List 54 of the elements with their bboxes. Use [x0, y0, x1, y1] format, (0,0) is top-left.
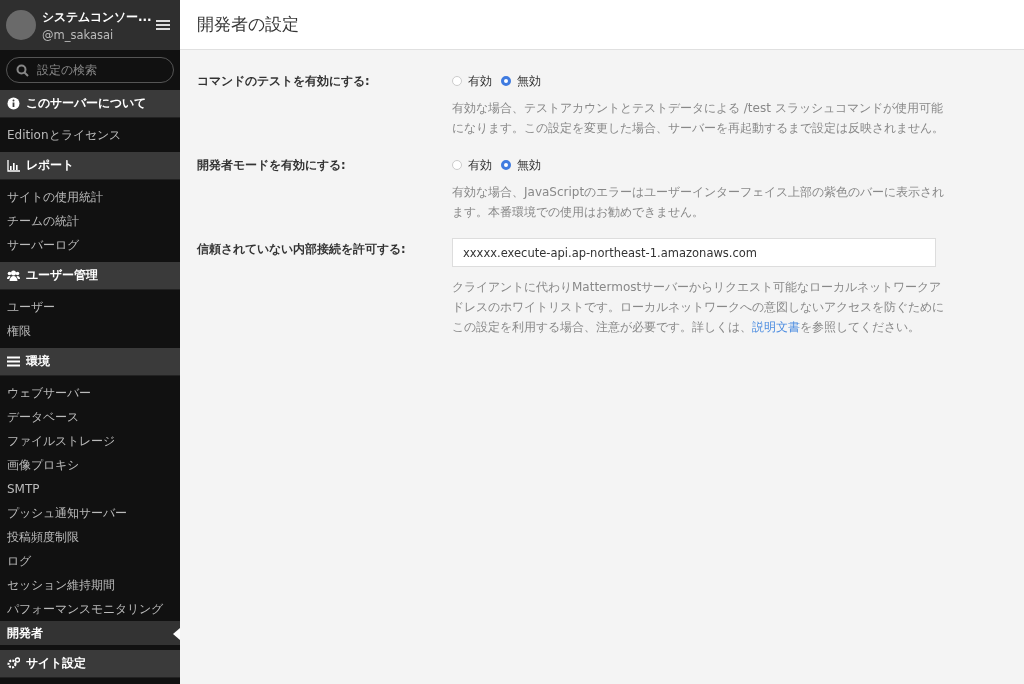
sidebar-item[interactable]: 開発者 — [0, 621, 180, 645]
sidebar-item[interactable]: サイトの使用統計 — [0, 185, 180, 209]
section-label: このサーバーについて — [26, 95, 146, 112]
radio-option[interactable]: 有効 — [452, 73, 492, 89]
help-text: クライアントに代わりMattermostサーバーからリクエスト可能なローカルネットワークアドレスのホワイトリストです。ローカルネットワークへの意図しないアクセスを防ぐためにこの設定を利用する場合、注意が必要です。詳しくは、説明文書を参照してください。 — [452, 279, 945, 336]
sidebar-item[interactable]: 権限 — [0, 319, 180, 343]
section-label: レポート — [26, 157, 74, 174]
radio-option[interactable]: 無効 — [501, 73, 541, 89]
radio-button[interactable] — [452, 160, 462, 170]
section-label: 環境 — [26, 353, 50, 370]
username: @m_sakasai — [42, 27, 115, 42]
sidebar-item[interactable]: パフォーマンスモニタリング — [0, 597, 180, 621]
users-icon — [7, 269, 20, 282]
help-text: 有効な場合、JavaScriptのエラーはユーザーインターフェイス上部の紫色のバーに表示されます。本番環境での使用はお勧めできません。 — [452, 184, 946, 221]
radio-button[interactable] — [501, 160, 511, 170]
bar-chart-icon — [7, 159, 20, 172]
setting-label: 開発者モードを有効にする: — [197, 157, 347, 174]
sidebar-section[interactable]: 環境 — [0, 348, 180, 376]
text-field[interactable]: xxxxx.execute-api.ap-northeast-1.amazonaws.com — [452, 238, 936, 267]
sidebar-section[interactable]: ユーザー管理 — [0, 262, 180, 290]
sidebar-item[interactable]: サーバーログ — [0, 233, 180, 257]
search-icon — [16, 64, 29, 77]
sidebar-item[interactable]: データベース — [0, 405, 180, 429]
sidebar-item[interactable]: Editionとライセンス — [0, 123, 180, 147]
avatar — [6, 10, 36, 40]
radio-button[interactable] — [501, 76, 511, 86]
sidebar-item[interactable]: ユーザー — [0, 295, 180, 319]
sidebar-item[interactable]: 投稿頻度制限 — [0, 525, 180, 549]
setting-label: 信頼されていない内部接続を許可する: — [197, 241, 407, 258]
sidebar-section[interactable]: レポート — [0, 152, 180, 180]
sidebar-section[interactable]: サイト設定 — [0, 650, 180, 678]
gears-icon — [7, 657, 20, 670]
section-label: ユーザー管理 — [26, 267, 98, 284]
sidebar-item[interactable]: SMTP — [0, 477, 180, 501]
list-icon — [7, 355, 20, 368]
sidebar-item[interactable]: 画像プロキシ — [0, 453, 180, 477]
sidebar-item[interactable]: ログ — [0, 549, 180, 573]
setting-label: コマンドのテストを有効にする: — [197, 73, 371, 90]
menu-button[interactable] — [154, 17, 172, 33]
sidebar-item[interactable]: チームの統計 — [0, 209, 180, 233]
info-icon — [7, 97, 20, 110]
help-text: 有効な場合、テストアカウントとテストデータによる /test スラッシュコマンドが使用可能になります。この設定を変更した場合、サーバーを再起動するまで設定は反映されません。 — [452, 100, 945, 137]
page-title: 開発者の設定 — [197, 13, 299, 36]
section-label: サイト設定 — [26, 655, 86, 672]
sidebar-item[interactable]: ウェブサーバー — [0, 381, 180, 405]
radio-option[interactable]: 有効 — [452, 157, 492, 173]
menu-icon — [156, 19, 170, 31]
sidebar-item[interactable]: セッション維持期間 — [0, 573, 180, 597]
sidebar-item[interactable]: ファイルストレージ — [0, 429, 180, 453]
sidebar-section[interactable]: このサーバーについて — [0, 90, 180, 118]
sidebar-item[interactable]: プッシュ通知サーバー — [0, 501, 180, 525]
radio-button[interactable] — [452, 76, 462, 86]
radio-option[interactable]: 無効 — [501, 157, 541, 173]
search-field[interactable]: 設定の検索 — [6, 57, 174, 83]
